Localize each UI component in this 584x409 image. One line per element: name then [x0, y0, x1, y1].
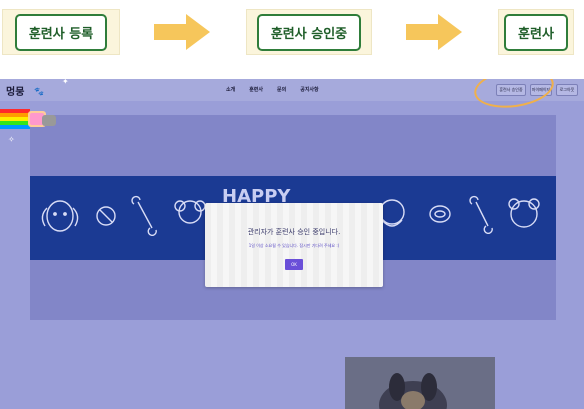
approval-modal: 관리자가 훈련사 승인 중입니다. 1일 이상 소요될 수 있습니다. 잠시만 …: [205, 203, 383, 287]
sparkle-icon: ✦: [62, 79, 69, 86]
nav-notice[interactable]: 공지사항: [300, 86, 318, 93]
arrow-right-icon: [406, 14, 462, 50]
website-screenshot: 멍뭉 🐾 소개 훈련사 문의 공지사항 훈련사 승인중 마이페이지 로그아웃 ✦…: [0, 79, 584, 409]
modal-title: 관리자가 훈련사 승인 중입니다.: [247, 228, 341, 236]
paw-icon: 🐾: [34, 87, 44, 96]
nav-trainer[interactable]: 훈련사: [249, 86, 263, 93]
sparkle-icon: ✧: [8, 135, 15, 144]
nav-inquiry[interactable]: 문의: [277, 86, 286, 93]
site-logo[interactable]: 멍뭉: [6, 83, 24, 98]
step-trainer: 훈련사: [498, 9, 574, 55]
logout-button[interactable]: 로그아웃: [556, 84, 578, 96]
step-pending-label: 훈련사 승인중: [256, 13, 362, 51]
step-trainer-label: 훈련사: [504, 13, 568, 51]
step-register-label: 훈련사 등록: [14, 13, 108, 51]
site-nav: 소개 훈련사 문의 공지사항: [226, 86, 319, 93]
dog-photo: [345, 357, 495, 409]
step-register: 훈련사 등록: [2, 9, 120, 55]
modal-message: 1일 이상 소요될 수 있습니다. 잠시만 기다려 주세요 :): [248, 243, 340, 248]
step-pending: 훈련사 승인중: [246, 9, 372, 55]
nav-intro[interactable]: 소개: [226, 86, 235, 93]
nyan-cat-icon: [0, 109, 56, 129]
arrow-right-icon: [154, 14, 210, 50]
ok-button[interactable]: OK: [285, 259, 303, 270]
highlight-circle: [471, 79, 557, 113]
